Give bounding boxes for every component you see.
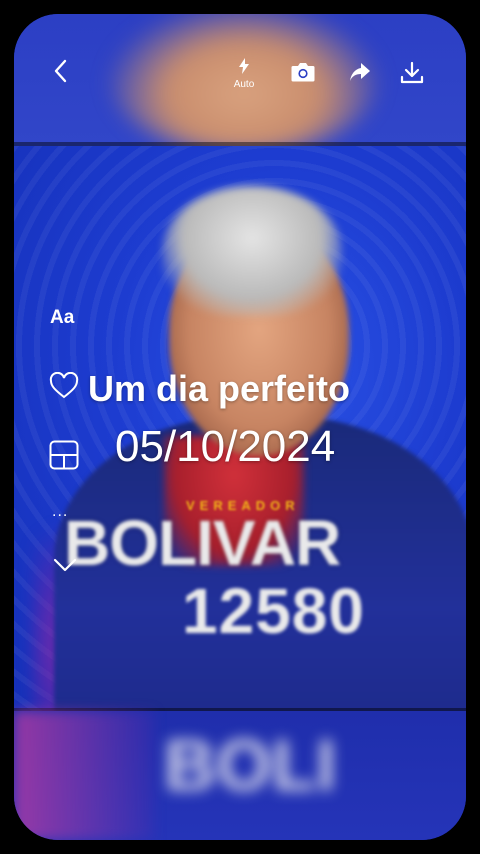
back-icon <box>54 59 67 83</box>
poster-number: 12580 <box>182 575 365 647</box>
layout-button[interactable] <box>49 440 79 470</box>
back-button[interactable] <box>48 58 74 84</box>
expand-button[interactable] <box>52 556 78 574</box>
bottom-blurred-preview: BOLI <box>14 711 466 840</box>
flash-icon <box>239 58 249 74</box>
download-button[interactable] <box>399 60 425 86</box>
share-icon <box>350 63 370 81</box>
share-button[interactable] <box>347 60 373 84</box>
camera-icon <box>291 63 315 82</box>
flash-mode-label: Auto <box>233 79 255 90</box>
text-tool-button[interactable]: Aa <box>50 307 74 329</box>
heart-icon <box>49 371 79 399</box>
more-options-button[interactable]: ... <box>52 503 68 521</box>
favorite-button[interactable] <box>49 371 79 400</box>
flash-button[interactable]: Auto <box>228 58 260 90</box>
chevron-down-icon <box>53 558 77 572</box>
overlay-title: Um dia perfeito <box>88 368 351 409</box>
poster-name: BOLIVAR <box>64 507 341 579</box>
blurred-name: BOLI <box>164 726 336 806</box>
download-icon <box>400 61 424 84</box>
poster-hair <box>162 186 342 316</box>
overlay-date: 05/10/2024 <box>115 422 336 471</box>
layout-icon <box>49 440 79 470</box>
camera-button[interactable] <box>290 60 316 84</box>
